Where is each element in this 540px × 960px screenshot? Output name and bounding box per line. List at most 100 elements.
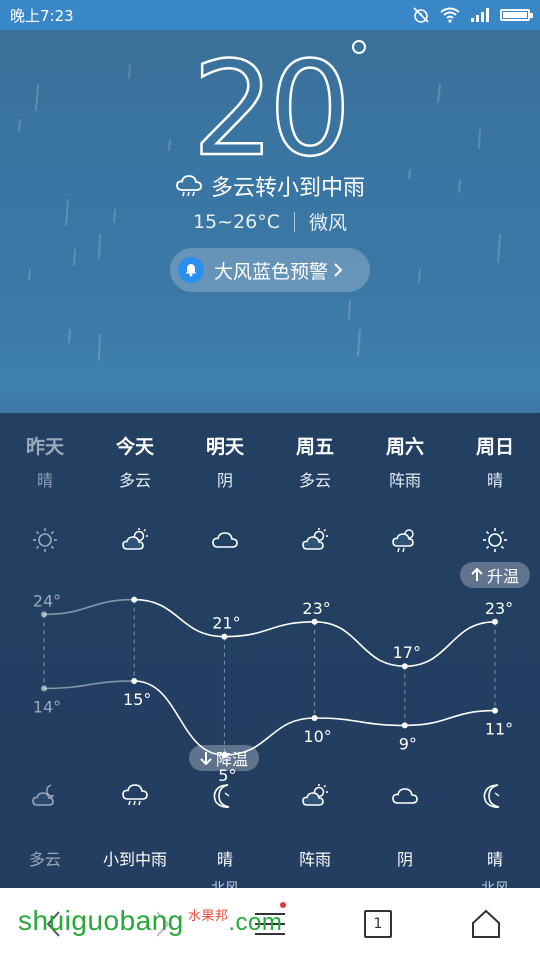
day-icon-5 [450, 526, 540, 554]
day-name: 周五 [295, 436, 334, 458]
status-bar: 晚上7:23 [0, 0, 540, 30]
low-temp-point [311, 715, 318, 721]
moon-icon [213, 784, 230, 808]
divider [294, 211, 296, 232]
day-condition: 阵雨 [388, 471, 421, 490]
day-condition: 晴 [486, 471, 503, 490]
day-name: 周六 [385, 436, 424, 458]
arrow-down-icon [200, 752, 212, 765]
high-temp-label: 23° [302, 599, 330, 618]
cloud-icon [392, 788, 418, 804]
high-temp-point [311, 618, 318, 625]
svg-text:20: 20 [192, 36, 345, 176]
high-temp-point [221, 633, 228, 640]
wifi-icon [440, 7, 460, 23]
day-icon-0 [0, 526, 90, 554]
temp-rise-badge: 升温 [460, 562, 530, 588]
signal-icon [471, 8, 489, 22]
night-condition: 小到中雨 [102, 850, 167, 869]
day-condition: 晴 [36, 471, 53, 490]
forecast-day-4: 周六 阵雨 [360, 432, 450, 491]
shower-icon [392, 529, 414, 553]
tabs-button[interactable]: 1 [348, 894, 408, 954]
day-name: 今天 [115, 436, 154, 458]
bell-icon [178, 257, 204, 283]
arrow-up-icon [471, 568, 483, 581]
night-icon-3 [270, 782, 360, 810]
night-condition: 晴 [486, 850, 503, 869]
wind-text: 微风 [309, 212, 348, 234]
forecast-day-0: 昨天晴 [0, 432, 90, 491]
day-icon-2 [180, 526, 270, 554]
night-icon-0 [0, 782, 90, 810]
day-condition: 多云 [118, 471, 151, 490]
weather-alert-button[interactable]: 大风蓝色预警 [170, 248, 370, 292]
watermark-text: shuiguobang [18, 905, 184, 936]
temp-drop-label: 降温 [215, 750, 248, 769]
current-temperature: 20 [192, 36, 353, 176]
temp-range: 15~26°C [192, 210, 281, 233]
partly-cloudy-icon [122, 528, 148, 550]
rain-cloud-icon [122, 784, 148, 806]
day-icon-3 [270, 526, 360, 554]
low-temp-point [41, 685, 47, 692]
degree-sign-icon [352, 40, 366, 54]
forecast-day-1: 今天 多云 [90, 432, 180, 491]
temperature-chart: 24°14°26°15°21°5°23°10°17°9°23°11° [33, 592, 513, 782]
day-name: 周日 [475, 436, 514, 458]
night-condition: 多云 [28, 850, 61, 869]
alert-text: 大风蓝色预警 [214, 260, 329, 283]
home-button[interactable] [456, 894, 516, 954]
low-temp-label: 10° [303, 727, 331, 746]
sun-icon [33, 528, 57, 552]
high-temp-point [41, 611, 47, 618]
high-temp-label: 17° [393, 643, 421, 662]
night-condition: 阵雨 [298, 850, 331, 869]
low-temp-label: 15° [123, 690, 151, 709]
tab-count: 1 [364, 910, 392, 938]
day-name: 明天 [205, 436, 244, 458]
status-time: 晚上7:23 [10, 6, 74, 25]
night-icon-1 [90, 782, 180, 810]
watermark: shuiguobang 水果邦.com [18, 905, 282, 937]
current-condition: 多云转小到中雨 [0, 170, 540, 202]
night-icon-4 [360, 782, 450, 810]
chevron-right-icon [334, 263, 343, 277]
day-condition: 多云 [298, 471, 331, 490]
temp-rise-label: 升温 [486, 567, 519, 586]
alarm-off-icon [413, 7, 429, 23]
battery-icon [500, 9, 533, 21]
low-temp-label: 14° [33, 697, 61, 716]
night-condition: 晴 [216, 850, 233, 869]
condition-text: 多云转小到中雨 [210, 176, 365, 201]
partly-cloudy-icon [302, 784, 328, 806]
low-temp-label: 9° [399, 734, 417, 753]
rain-cloud-icon [176, 175, 202, 197]
high-temp-point [492, 618, 498, 625]
low-temp-point [131, 678, 138, 684]
sun-icon [483, 528, 507, 552]
watermark-com: .com [228, 909, 283, 936]
day-name: 昨天 [25, 436, 64, 458]
night-icon-5 [450, 782, 540, 810]
high-temp-label: 26° [122, 592, 150, 596]
forecast-panel: 昨天晴今天多云明天阴周五多云周六阵雨周日晴 24°14°26°15°21°5°2… [0, 412, 540, 897]
watermark-cn: 水果邦 [187, 908, 229, 923]
night-icon-2 [180, 782, 270, 810]
current-weather: 20 多云转小到中雨 15~26°C 微风 大风蓝色预警 [0, 30, 540, 410]
cloud-icon [212, 532, 238, 548]
moon-icon [483, 784, 500, 808]
day-icon-4 [360, 526, 450, 554]
temp-range-row: 15~26°C 微风 [0, 208, 540, 235]
temp-drop-badge: 降温 [189, 745, 259, 771]
high-temp-label: 23° [485, 599, 513, 618]
high-temp-label: 24° [33, 592, 61, 610]
low-temp-line-past [43, 680, 135, 690]
day-icon-1 [90, 526, 180, 554]
status-icons [412, 6, 533, 24]
low-temp-label: 11° [485, 720, 513, 739]
forecast-day-3: 周五 多云 [270, 432, 360, 491]
low-temp-point [401, 722, 408, 729]
high-temp-point [401, 663, 408, 670]
day-condition: 阴 [216, 471, 233, 490]
